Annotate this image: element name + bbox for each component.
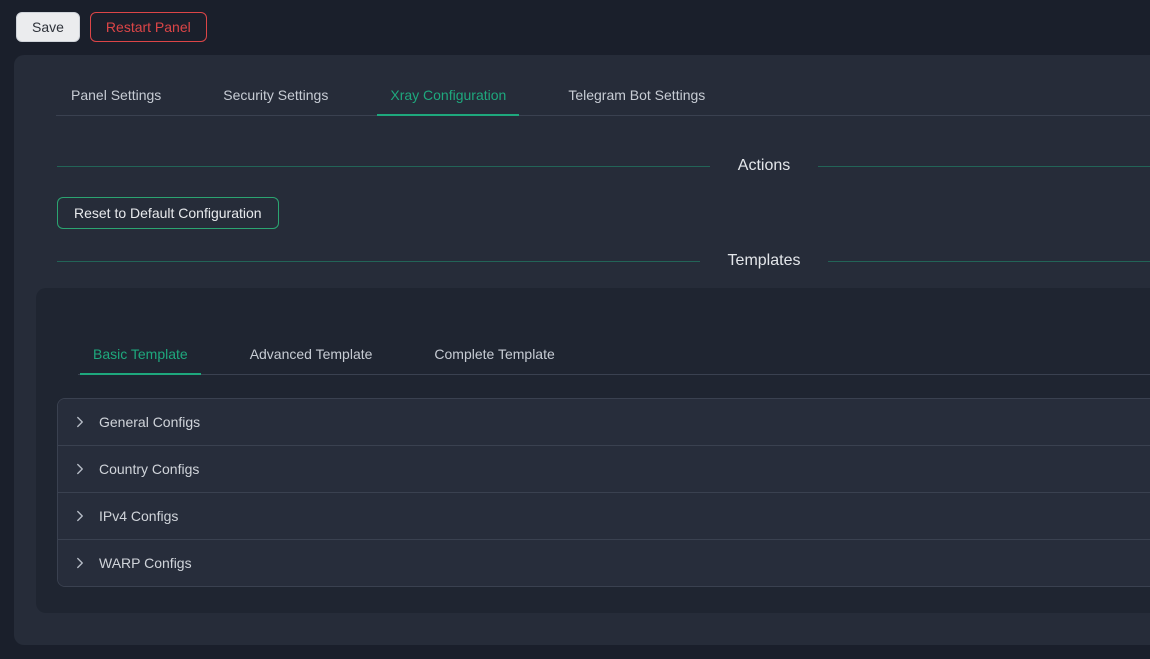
collapse-label: Country Configs	[99, 461, 199, 477]
tab-basic-template[interactable]: Basic Template	[78, 334, 203, 374]
collapse-label: General Configs	[99, 414, 200, 430]
toolbar: Save Restart Panel	[16, 12, 207, 42]
divider-line-left	[57, 166, 710, 167]
divider-line-right	[818, 166, 1150, 167]
template-tabs: Basic Template Advanced Template Complet…	[78, 334, 1150, 375]
divider-line-left	[57, 261, 700, 262]
chevron-right-icon	[74, 416, 86, 428]
tab-panel-settings[interactable]: Panel Settings	[56, 75, 176, 115]
save-button[interactable]: Save	[16, 12, 80, 42]
restart-panel-button[interactable]: Restart Panel	[90, 12, 207, 42]
tab-telegram-bot-settings[interactable]: Telegram Bot Settings	[553, 75, 720, 115]
collapse-label: IPv4 Configs	[99, 508, 178, 524]
reset-default-config-button[interactable]: Reset to Default Configuration	[57, 197, 279, 229]
collapse-warp-configs[interactable]: WARP Configs	[58, 540, 1150, 586]
collapse-country-configs[interactable]: Country Configs	[58, 446, 1150, 493]
chevron-right-icon	[74, 510, 86, 522]
divider-line-right	[828, 261, 1150, 262]
templates-card: Basic Template Advanced Template Complet…	[36, 288, 1150, 613]
tab-advanced-template[interactable]: Advanced Template	[235, 334, 388, 374]
tab-security-settings[interactable]: Security Settings	[208, 75, 343, 115]
template-collapse: General Configs Country Configs IPv4 Con…	[57, 398, 1150, 587]
tab-xray-configuration[interactable]: Xray Configuration	[375, 75, 521, 115]
chevron-right-icon	[74, 463, 86, 475]
settings-tabs: Panel Settings Security Settings Xray Co…	[56, 75, 1150, 116]
tab-complete-template[interactable]: Complete Template	[419, 334, 569, 374]
templates-divider-label: Templates	[700, 252, 829, 270]
actions-divider: Actions	[57, 157, 1150, 175]
templates-divider: Templates	[57, 252, 1150, 270]
chevron-right-icon	[74, 557, 86, 569]
settings-card: Panel Settings Security Settings Xray Co…	[14, 55, 1150, 645]
actions-divider-label: Actions	[710, 157, 818, 175]
collapse-label: WARP Configs	[99, 555, 192, 571]
collapse-general-configs[interactable]: General Configs	[58, 399, 1150, 446]
collapse-ipv4-configs[interactable]: IPv4 Configs	[58, 493, 1150, 540]
